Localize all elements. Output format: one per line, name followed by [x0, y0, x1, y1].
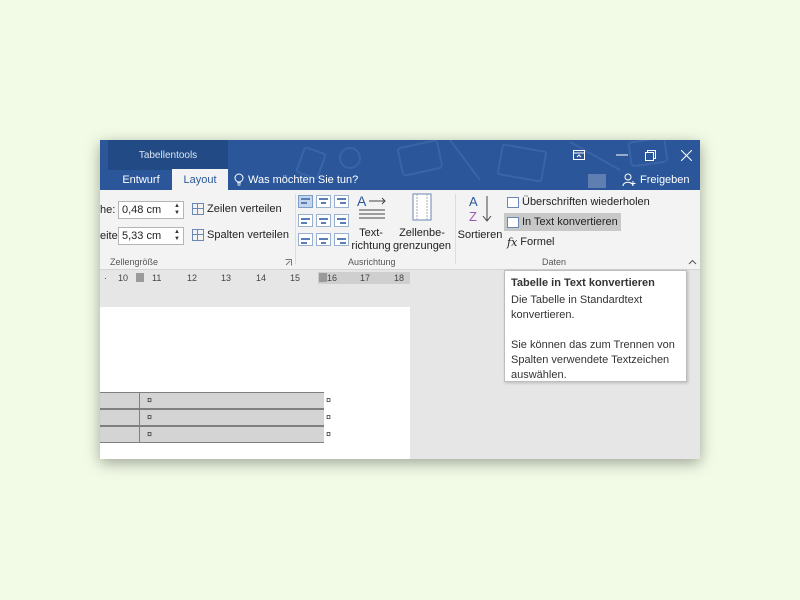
ruler-tick: 12 — [187, 273, 198, 283]
align-top-center-button[interactable] — [316, 195, 331, 208]
dialog-launcher-icon[interactable] — [285, 259, 292, 266]
sort-button[interactable]: A Z Sortieren — [456, 193, 504, 242]
sort-az-icon: A Z — [469, 194, 492, 224]
restore-icon[interactable] — [636, 144, 664, 166]
share-label: Freigeben — [640, 173, 690, 186]
fx-icon: fx — [507, 235, 518, 249]
row-height-control: he: 0,48 cm ▲ ▼ — [100, 201, 184, 219]
align-bottom-center-button[interactable] — [316, 233, 331, 246]
row-height-input[interactable]: 0,48 cm ▲ ▼ — [118, 201, 184, 219]
table-row[interactable]: ¤ — [100, 426, 324, 443]
spinner-arrows-icon[interactable]: ▲ ▼ — [174, 229, 180, 243]
cell-margins-icon — [412, 193, 432, 221]
repeat-headers-button[interactable]: Überschriften wiederholen — [504, 193, 653, 211]
tooltip-description: Die Tabelle in Standardtext konvertieren… — [511, 294, 643, 321]
tab-layout[interactable]: Layout — [172, 169, 228, 190]
ruler-tick: 11 — [152, 273, 162, 283]
distribute-rows-icon — [192, 203, 204, 215]
ruler-tick: 10 — [118, 273, 129, 283]
text-direction-icon: A — [357, 193, 386, 219]
convert-to-text-button[interactable]: In Text konvertieren — [504, 213, 621, 231]
alignment-group-label: Ausrichtung — [348, 257, 396, 267]
document-page[interactable]: ¤ ¤ ¤ ¤ ¤ ¤ — [100, 307, 410, 459]
align-middle-center-button[interactable] — [316, 214, 331, 227]
cell-end-marker: ¤ — [147, 429, 153, 439]
align-top-left-button[interactable] — [298, 195, 313, 208]
convert-to-text-icon — [507, 216, 519, 228]
distribute-cols-icon — [192, 229, 204, 241]
ruler-tick: 16 — [327, 273, 338, 283]
lightbulb-icon — [234, 173, 244, 186]
title-bar: Tabellentools Entwurf Layout Was möchten… — [100, 140, 700, 190]
close-icon[interactable] — [672, 144, 700, 166]
ruler-tick: 18 — [394, 273, 405, 283]
tell-me-search[interactable]: Was möchten Sie tun? — [234, 169, 358, 190]
repeat-headers-icon — [507, 196, 519, 208]
account-avatar[interactable] — [588, 174, 606, 188]
ribbon: he: 0,48 cm ▲ ▼ eite: 5,33 cm ▲ ▼ Zeilen v… — [100, 190, 700, 270]
tell-me-text: Was möchten Sie tun? — [248, 173, 359, 186]
col-width-label: eite: — [100, 230, 121, 242]
text-direction-button[interactable]: A Text- richtung — [349, 193, 393, 253]
ruler-tick: 13 — [221, 273, 232, 283]
minimize-icon[interactable] — [608, 144, 636, 166]
table-row[interactable]: ¤ — [100, 392, 324, 409]
table-tools-label: Tabellentools — [108, 140, 228, 170]
column-marker[interactable] — [136, 273, 144, 282]
svg-text:Z: Z — [469, 209, 477, 224]
ruler-tick: 14 — [256, 273, 267, 283]
convert-to-text-tooltip: Tabelle in Text konvertieren Die Tabelle… — [504, 270, 687, 382]
data-group-label: Daten — [542, 257, 567, 267]
align-bottom-right-button[interactable] — [334, 233, 349, 246]
align-middle-left-button[interactable] — [298, 214, 313, 227]
row-end-marker: ¤ — [326, 429, 332, 439]
row-end-marker: ¤ — [326, 395, 332, 405]
col-width-input[interactable]: 5,33 cm ▲ ▼ — [118, 227, 184, 245]
tooltip-title: Tabelle in Text konvertieren — [511, 277, 655, 289]
collapse-ribbon-icon[interactable] — [688, 259, 697, 265]
distribute-cols-button[interactable]: Spalten verteilen — [192, 229, 289, 241]
ruler-tick: 15 — [290, 273, 301, 283]
person-add-icon — [622, 173, 636, 186]
column-marker[interactable] — [319, 273, 327, 282]
row-height-label: he: — [100, 204, 116, 216]
tooltip-detail: Sie können das zum Trennen von Spalten v… — [511, 339, 675, 381]
spinner-arrows-icon[interactable]: ▲ ▼ — [174, 203, 180, 217]
svg-text:A: A — [357, 193, 367, 209]
col-width-control: eite: 5,33 cm ▲ ▼ — [100, 227, 184, 245]
formula-button[interactable]: fx Formel — [504, 233, 558, 251]
cell-size-group-label: Zellengröße — [110, 257, 159, 267]
cell-margins-button[interactable]: Zellenbe- grenzungen — [390, 193, 454, 253]
row-end-marker: ¤ — [326, 412, 332, 422]
align-top-right-button[interactable] — [334, 195, 349, 208]
align-middle-right-button[interactable] — [334, 214, 349, 227]
ruler-tick: 17 — [360, 273, 371, 283]
group-separator — [295, 194, 296, 264]
svg-text:A: A — [469, 194, 478, 209]
tab-entwurf[interactable]: Entwurf — [110, 169, 172, 190]
share-button[interactable]: Freigeben — [622, 169, 690, 190]
table-row[interactable]: ¤ — [100, 409, 324, 426]
cell-end-marker: ¤ — [147, 395, 153, 405]
cell-end-marker: ¤ — [147, 412, 153, 422]
distribute-rows-button[interactable]: Zeilen verteilen — [192, 203, 282, 215]
align-bottom-left-button[interactable] — [298, 233, 313, 246]
ribbon-display-icon[interactable] — [565, 144, 593, 166]
